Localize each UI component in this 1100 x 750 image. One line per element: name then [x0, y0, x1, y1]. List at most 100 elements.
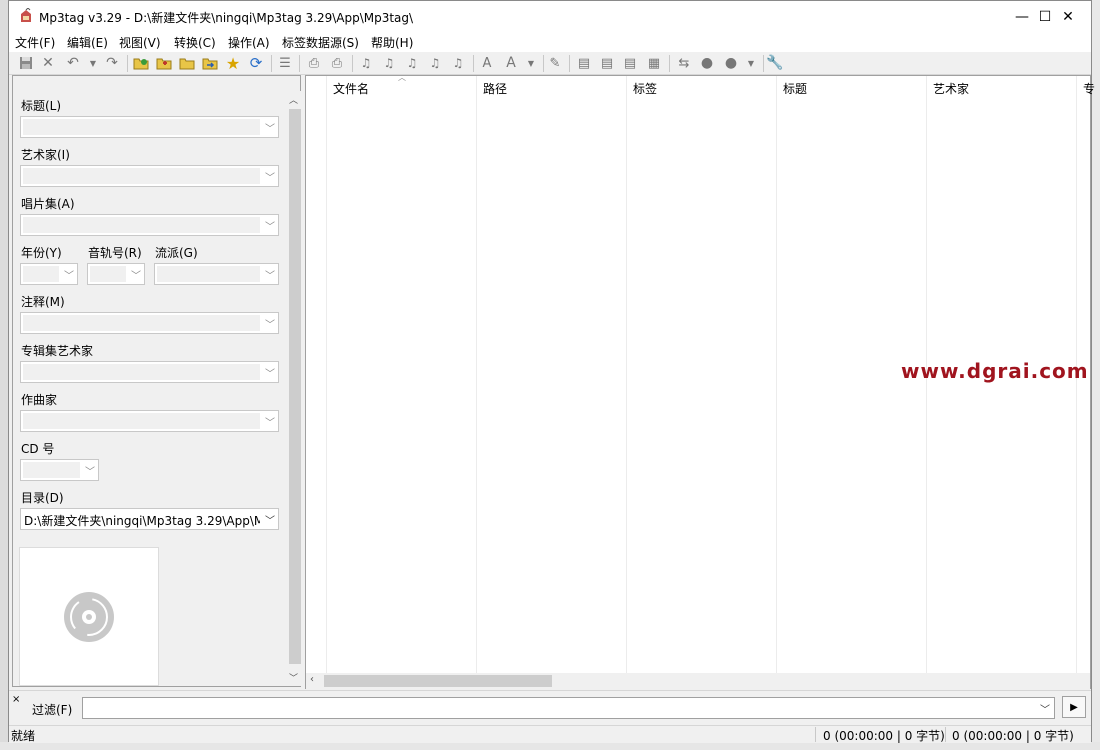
- menu-view[interactable]: 视图(V): [119, 34, 161, 51]
- album-artist-label: 专辑集艺术家: [21, 344, 94, 358]
- add-directory-icon[interactable]: [156, 55, 172, 71]
- sort-ascending-icon: ︿: [398, 73, 406, 82]
- close-button[interactable]: ✕: [1045, 1, 1091, 32]
- chevron-down-icon: ﹀: [265, 124, 275, 135]
- menu-actions[interactable]: 操作(A): [228, 34, 270, 51]
- cover-art-box[interactable]: [19, 547, 159, 686]
- panel-scrollbar[interactable]: ︿ ﹀: [287, 91, 301, 686]
- remove-tag-icon[interactable]: ✕: [40, 55, 56, 71]
- case-conversion-icon[interactable]: A: [503, 55, 519, 71]
- list-horizontal-scrollbar[interactable]: ‹: [306, 673, 1090, 689]
- menu-convert[interactable]: 转换(C): [174, 34, 216, 51]
- status-selected: 0 (00:00:00 | 0 字节): [823, 729, 945, 743]
- chevron-down-icon: ﹀: [265, 173, 275, 184]
- cd-field[interactable]: ﹀: [20, 459, 99, 481]
- genre-field[interactable]: ﹀: [154, 263, 279, 285]
- refresh-icon[interactable]: ⟳: [248, 54, 264, 72]
- scroll-up-icon[interactable]: ︿: [289, 93, 298, 106]
- directory-value: D:\新建文件夹\ningqi\Mp3tag 3.29\App\M: [24, 514, 260, 528]
- export-folder-icon[interactable]: [202, 55, 218, 71]
- case-dropdown-icon[interactable]: ▼: [523, 55, 539, 71]
- filter-close-icon[interactable]: ×: [12, 694, 20, 705]
- artist-field[interactable]: ﹀: [20, 165, 279, 187]
- album-label: 唱片集(A): [21, 197, 75, 211]
- column-artist[interactable]: 艺术家: [933, 80, 969, 97]
- toolbar-separator: [271, 55, 272, 72]
- menu-bar: 文件(F) 编辑(E) 视图(V) 转换(C) 操作(A) 标签数据源(S) 帮…: [9, 32, 1091, 52]
- album-field[interactable]: ﹀: [20, 214, 279, 236]
- tag-sources-icon[interactable]: ⇆: [676, 55, 692, 71]
- column-divider: [326, 76, 327, 674]
- filename-to-tag-icon[interactable]: ♫: [381, 55, 397, 71]
- toolbar-separator: [127, 55, 128, 72]
- actions-icon[interactable]: A: [479, 55, 495, 71]
- menu-edit[interactable]: 编辑(E): [67, 34, 108, 51]
- print-preview-icon[interactable]: ⎙: [329, 55, 345, 71]
- year-field[interactable]: ﹀: [20, 263, 78, 285]
- column-title[interactable]: 标题: [783, 80, 807, 97]
- panel-scroll-thumb[interactable]: [289, 109, 301, 664]
- title-field[interactable]: ﹀: [20, 116, 279, 138]
- menu-tag-sources[interactable]: 标签数据源(S): [282, 34, 359, 51]
- chevron-down-icon: ﹀: [265, 516, 275, 527]
- redo-icon[interactable]: ↷: [104, 55, 120, 71]
- track-label: 音轨号(R): [88, 246, 142, 260]
- column-filename[interactable]: 文件名: [333, 80, 369, 97]
- year-label: 年份(Y): [21, 246, 62, 260]
- toolbar-separator: [299, 55, 300, 72]
- comment-label: 注释(M): [21, 295, 65, 309]
- title-bar: Mp3tag v3.29 - D:\新建文件夹\ningqi\Mp3tag 3.…: [9, 1, 1091, 32]
- filter-apply-button[interactable]: ▶: [1062, 696, 1086, 718]
- chevron-down-icon: ﹀: [1040, 705, 1050, 716]
- scroll-down-icon[interactable]: ﹀: [289, 671, 298, 684]
- column-path[interactable]: 路径: [483, 80, 507, 97]
- save-icon[interactable]: [18, 55, 34, 71]
- options-wrench-icon[interactable]: 🔧: [766, 55, 783, 71]
- web-sources-icon[interactable]: ●: [723, 55, 739, 71]
- chevron-down-icon: ﹀: [85, 467, 95, 478]
- chevron-down-icon: ﹀: [265, 271, 275, 282]
- list-scroll-thumb[interactable]: [324, 675, 552, 687]
- column-tag[interactable]: 标签: [633, 80, 657, 97]
- tag-to-tag-icon[interactable]: ♫: [404, 55, 420, 71]
- genre-label: 流派(G): [155, 246, 198, 260]
- edit-icon[interactable]: ✎: [547, 55, 563, 71]
- app-icon: [21, 8, 31, 22]
- composer-label: 作曲家: [21, 393, 58, 407]
- change-directory-icon[interactable]: [133, 55, 149, 71]
- toolbar-separator: [473, 55, 474, 72]
- toolbar: ✕ ↶ ▼ ↷ ★ ⟳ ☰ ⎙ ⎙ ♫ ♫ ♫ ♫ ♫ A A ▼ ✎ ▤ ▤ …: [9, 52, 1091, 75]
- web-icon[interactable]: ●: [699, 55, 715, 71]
- scroll-left-icon[interactable]: ‹: [310, 674, 314, 685]
- list-icon[interactable]: ☰: [277, 55, 293, 71]
- playlist-icon[interactable]: ▤: [576, 55, 592, 71]
- directory-field[interactable]: D:\新建文件夹\ningqi\Mp3tag 3.29\App\M ﹀: [20, 508, 279, 530]
- print-icon[interactable]: ⎙: [306, 55, 322, 71]
- undo-dropdown-icon[interactable]: ▼: [85, 55, 101, 71]
- web-dropdown-icon[interactable]: ▼: [743, 55, 759, 71]
- text-file-to-tag-icon[interactable]: ♫: [427, 55, 443, 71]
- tag-panel: 标题(L) ﹀ 艺术家(I) ﹀ 唱片集(A) ﹀ 年份(Y) 音轨号(R) 流…: [12, 75, 301, 687]
- favorite-star-icon[interactable]: ★: [225, 54, 241, 73]
- filter-input[interactable]: ﹀: [82, 697, 1055, 719]
- toolbar-separator: [669, 55, 670, 72]
- tag-to-filename-icon[interactable]: ♫: [358, 55, 374, 71]
- column-album-partial[interactable]: 专: [1083, 80, 1095, 97]
- menu-help[interactable]: 帮助(H): [371, 34, 413, 51]
- autonumber-icon[interactable]: ▤: [622, 55, 638, 71]
- filename-to-filename-icon[interactable]: ♫: [450, 55, 466, 71]
- composer-field[interactable]: ﹀: [20, 410, 279, 432]
- comment-field[interactable]: ﹀: [20, 312, 279, 334]
- export-icon[interactable]: ▤: [599, 55, 615, 71]
- artist-label: 艺术家(I): [21, 148, 70, 162]
- track-field[interactable]: ﹀: [87, 263, 145, 285]
- status-bar: 就绪 0 (00:00:00 | 0 字节) 0 (00:00:00 | 0 字…: [9, 725, 1091, 743]
- menu-file[interactable]: 文件(F): [15, 34, 55, 51]
- tracknumber-icon[interactable]: ▦: [646, 55, 662, 71]
- open-folder-icon[interactable]: [179, 55, 195, 71]
- status-total: 0 (00:00:00 | 0 字节): [952, 729, 1074, 743]
- file-list[interactable]: ︿ 文件名 路径 标签 标题 艺术家 专 www.dgrai.com ‹: [305, 73, 1095, 689]
- undo-icon[interactable]: ↶: [65, 55, 81, 71]
- toolbar-separator: [569, 55, 570, 72]
- album-artist-field[interactable]: ﹀: [20, 361, 279, 383]
